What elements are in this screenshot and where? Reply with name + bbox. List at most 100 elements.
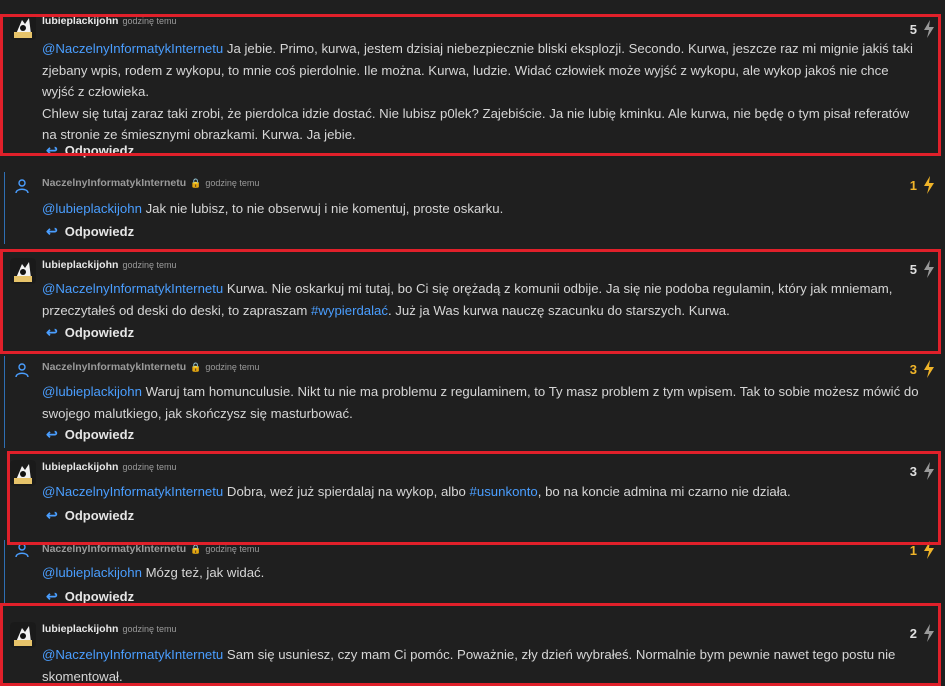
author-name[interactable]: NaczelnyInformatykInternetu xyxy=(42,177,186,189)
comment-text: Mózg też, jak widać. xyxy=(141,565,265,580)
reply-icon: ↩ xyxy=(46,588,58,604)
comment-author[interactable]: lubieplackijohn godzinę temu xyxy=(42,623,176,635)
vote-score: 3 xyxy=(910,462,935,480)
reply-label: Odpowiedz xyxy=(64,427,135,442)
vote-score: 5 xyxy=(910,260,935,278)
comment-reply: NaczelnyInformatykInternetu 🔒 godzinę te… xyxy=(0,356,945,448)
user-avatar[interactable] xyxy=(10,460,36,486)
reply-label: Odpowiedz xyxy=(64,325,135,340)
reply-button[interactable]: ↩ Odpowiedz xyxy=(46,507,134,524)
reply-button[interactable]: ↩ Odpowiedz xyxy=(46,324,134,341)
bolt-icon[interactable] xyxy=(923,260,935,278)
user-avatar[interactable] xyxy=(14,362,30,378)
reply-label: Odpowiedz xyxy=(64,508,135,523)
comment: lubieplackijohn godzinę temu 5 @Naczelny… xyxy=(0,10,945,160)
reply-label: Odpowiedz xyxy=(64,143,135,158)
comment-author[interactable]: lubieplackijohn godzinę temu xyxy=(42,461,176,473)
bolt-icon[interactable] xyxy=(923,360,935,378)
author-name[interactable]: NaczelnyInformatykInternetu xyxy=(42,543,186,555)
vote-score: 5 xyxy=(910,20,935,38)
score-value: 3 xyxy=(909,463,917,479)
score-value: 5 xyxy=(909,261,917,277)
comment: lubieplackijohn godzinę temu 2 @Naczelny… xyxy=(0,618,945,686)
user-icon xyxy=(15,179,29,194)
user-avatar[interactable] xyxy=(10,258,36,284)
user-mention[interactable]: @lubieplackijohn xyxy=(42,201,142,216)
author-name[interactable]: NaczelnyInformatykInternetu xyxy=(42,361,186,373)
reply-button[interactable]: ↩ Odpowiedz xyxy=(46,142,134,159)
author-name[interactable]: lubieplackijohn xyxy=(42,15,118,27)
score-value: 3 xyxy=(909,361,917,377)
comment-time: godzinę temu xyxy=(122,462,177,472)
comment-time: godzinę temu xyxy=(205,544,260,554)
thread-line xyxy=(4,172,5,244)
comment-time: godzinę temu xyxy=(205,362,260,372)
hashtag-link[interactable]: #wypierdalać xyxy=(311,303,388,318)
user-mention[interactable]: @lubieplackijohn xyxy=(42,565,142,580)
comment-time: godzinę temu xyxy=(205,178,260,188)
comment-text: Jak nie lubisz, to nie obserwuj i nie ko… xyxy=(141,201,504,216)
reply-button[interactable]: ↩ Odpowiedz xyxy=(46,223,134,240)
comment-text: Waruj tam homunculusie. Nikt tu nie ma p… xyxy=(42,384,919,421)
reply-icon: ↩ xyxy=(46,324,58,340)
reply-icon: ↩ xyxy=(46,507,58,523)
comment-time: godzinę temu xyxy=(122,260,177,270)
reply-icon: ↩ xyxy=(46,426,58,442)
user-icon xyxy=(15,543,29,558)
user-avatar[interactable] xyxy=(14,542,30,558)
comment: lubieplackijohn godzinę temu 3 @Naczelny… xyxy=(0,456,945,536)
comment-author[interactable]: NaczelnyInformatykInternetu 🔒 godzinę te… xyxy=(42,177,259,189)
comment-reply: NaczelnyInformatykInternetu 🔒 godzinę te… xyxy=(0,172,945,244)
score-value: 5 xyxy=(909,21,917,37)
comment-time: godzinę temu xyxy=(122,16,177,26)
lock-icon: 🔒 xyxy=(190,543,202,554)
user-avatar[interactable] xyxy=(14,178,30,194)
user-mention[interactable]: @NaczelnyInformatykInternetu xyxy=(42,281,223,296)
comment-body: @NaczelnyInformatykInternetu Sam się usu… xyxy=(42,644,923,686)
user-mention[interactable]: @NaczelnyInformatykInternetu xyxy=(42,647,223,662)
author-name[interactable]: lubieplackijohn xyxy=(42,259,118,271)
bolt-icon[interactable] xyxy=(923,541,935,559)
comment-text: Chlew się tutaj zaraz taki zrobi, że pie… xyxy=(42,105,910,143)
reply-button[interactable]: ↩ Odpowiedz xyxy=(46,426,134,443)
comment-body: @lubieplackijohn Jak nie lubisz, to nie … xyxy=(42,198,923,220)
score-value: 2 xyxy=(909,625,917,641)
bolt-icon[interactable] xyxy=(923,176,935,194)
comment-text: , bo na koncie admina mi czarno nie dzia… xyxy=(537,484,791,499)
user-avatar[interactable] xyxy=(10,14,36,40)
comment-author[interactable]: lubieplackijohn godzinę temu xyxy=(42,259,176,271)
reply-icon: ↩ xyxy=(46,223,58,239)
comment-author[interactable]: lubieplackijohn godzinę temu xyxy=(42,15,176,27)
comment-text: Dobra, weź już spierdalaj na wykop, albo xyxy=(223,484,470,499)
vote-score: 2 xyxy=(910,624,935,642)
comment-body: @NaczelnyInformatykInternetu Dobra, weź … xyxy=(42,481,923,503)
reply-label: Odpowiedz xyxy=(64,589,135,604)
vote-score: 1 xyxy=(910,176,935,194)
lock-icon: 🔒 xyxy=(190,361,202,372)
score-value: 1 xyxy=(909,177,917,193)
thread-line xyxy=(4,540,5,606)
bolt-icon[interactable] xyxy=(923,624,935,642)
comment-reply: NaczelnyInformatykInternetu 🔒 godzinę te… xyxy=(0,540,945,606)
comment-author[interactable]: NaczelnyInformatykInternetu 🔒 godzinę te… xyxy=(42,543,259,555)
lock-icon: 🔒 xyxy=(190,177,202,188)
hashtag-link[interactable]: #usunkonto xyxy=(470,484,538,499)
vote-score: 1 xyxy=(910,541,935,559)
bolt-icon[interactable] xyxy=(923,462,935,480)
user-mention[interactable]: @NaczelnyInformatykInternetu xyxy=(42,484,223,499)
user-mention[interactable]: @NaczelnyInformatykInternetu xyxy=(42,41,223,56)
comment-author[interactable]: NaczelnyInformatykInternetu 🔒 godzinę te… xyxy=(42,361,259,373)
bolt-icon[interactable] xyxy=(923,20,935,38)
comment-text: . Już ja Was kurwa nauczę szacunku do st… xyxy=(387,302,730,318)
author-name[interactable]: lubieplackijohn xyxy=(42,461,118,473)
reply-button[interactable]: ↩ Odpowiedz xyxy=(46,588,134,605)
comment: lubieplackijohn godzinę temu 5 @Naczelny… xyxy=(0,254,945,350)
user-mention[interactable]: @lubieplackijohn xyxy=(42,384,142,399)
comment-body: @NaczelnyInformatykInternetu Kurwa. Nie … xyxy=(42,278,923,321)
user-icon xyxy=(15,363,29,378)
user-avatar[interactable] xyxy=(10,622,36,648)
reply-icon: ↩ xyxy=(46,142,58,158)
reply-label: Odpowiedz xyxy=(64,224,135,239)
author-name[interactable]: lubieplackijohn xyxy=(42,623,118,635)
vote-score: 3 xyxy=(910,360,935,378)
